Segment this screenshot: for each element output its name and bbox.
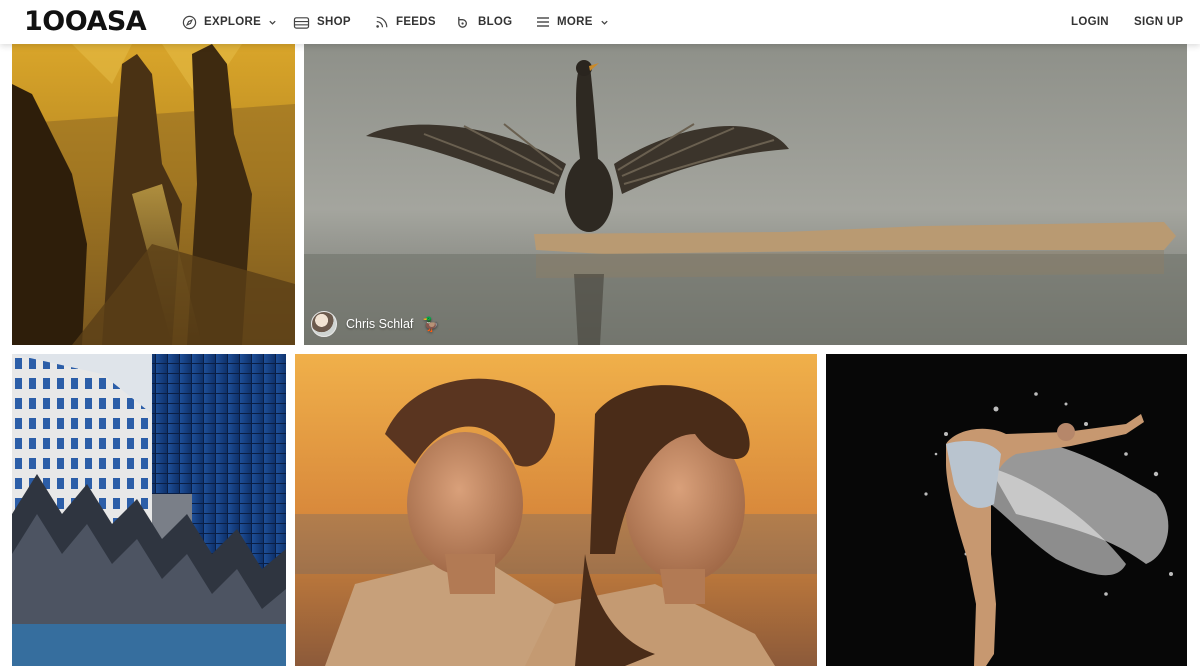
chevron-down-icon [268, 18, 277, 27]
top-nav-bar: 1OOASA EXPLORE SHOP FEEDS BLOG MORE LOGI… [0, 0, 1200, 44]
nav-feeds-label: FEEDS [396, 16, 436, 28]
photo-credit[interactable]: Chris Schlaf 🦆 [311, 311, 440, 337]
nav-explore[interactable]: EXPLORE [182, 12, 277, 32]
nav-feeds[interactable]: FEEDS [375, 12, 436, 32]
logo[interactable]: 1OOASA [24, 6, 147, 38]
photo-dancer-image [826, 354, 1187, 666]
photographer-name[interactable]: Chris Schlaf [346, 317, 413, 331]
blog-icon [456, 15, 471, 30]
hamburger-icon [536, 16, 550, 28]
photo-canyon-image [12, 44, 295, 345]
photo-card-cormorant[interactable]: Chris Schlaf 🦆 [304, 44, 1187, 345]
photographer-avatar[interactable] [311, 311, 337, 337]
photo-card-buildings[interactable] [12, 354, 286, 666]
compass-icon [182, 15, 197, 30]
nav-blog[interactable]: BLOG [456, 12, 512, 32]
rss-icon [375, 15, 389, 29]
photo-portrait-image [295, 354, 817, 666]
nav-more-label: MORE [557, 16, 593, 28]
photo-card-canyon[interactable] [12, 44, 295, 345]
nav-more[interactable]: MORE [536, 12, 609, 32]
signup-link[interactable]: SIGN UP [1134, 12, 1183, 32]
photo-cormorant-image [304, 44, 1187, 345]
shop-icon [293, 15, 310, 30]
chevron-down-icon [600, 18, 609, 27]
photo-buildings-image [12, 354, 286, 666]
nav-blog-label: BLOG [478, 16, 513, 28]
nav-shop-label: SHOP [317, 16, 351, 28]
nav-explore-label: EXPLORE [204, 16, 262, 28]
photo-card-portrait[interactable] [295, 354, 817, 666]
login-link[interactable]: LOGIN [1071, 12, 1109, 32]
duck-badge-icon: 🦆 [422, 315, 440, 332]
nav-shop[interactable]: SHOP [293, 12, 351, 32]
photo-card-dancer[interactable] [826, 354, 1187, 666]
